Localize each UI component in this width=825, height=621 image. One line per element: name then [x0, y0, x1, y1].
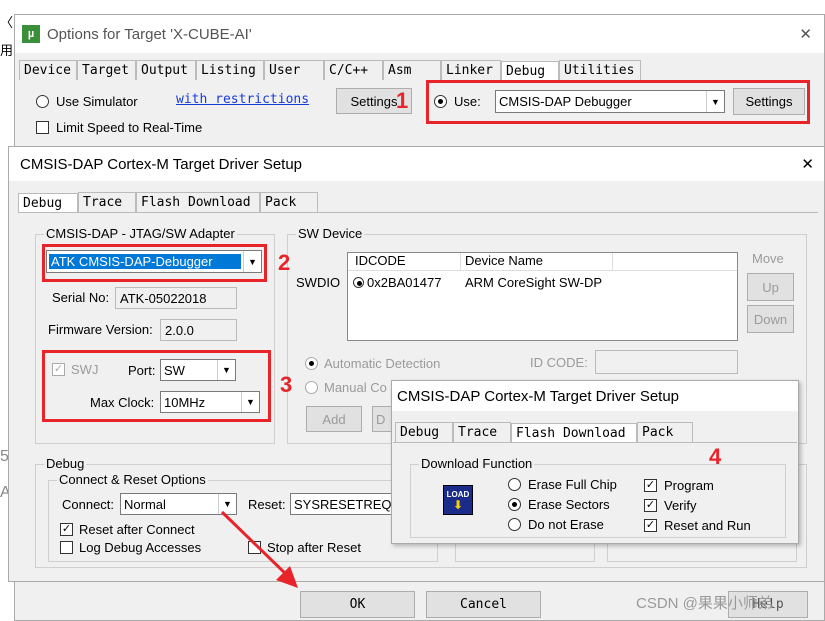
watermark: CSDN @果果小师弟 [636, 595, 773, 612]
annotation-arrow [220, 510, 298, 588]
